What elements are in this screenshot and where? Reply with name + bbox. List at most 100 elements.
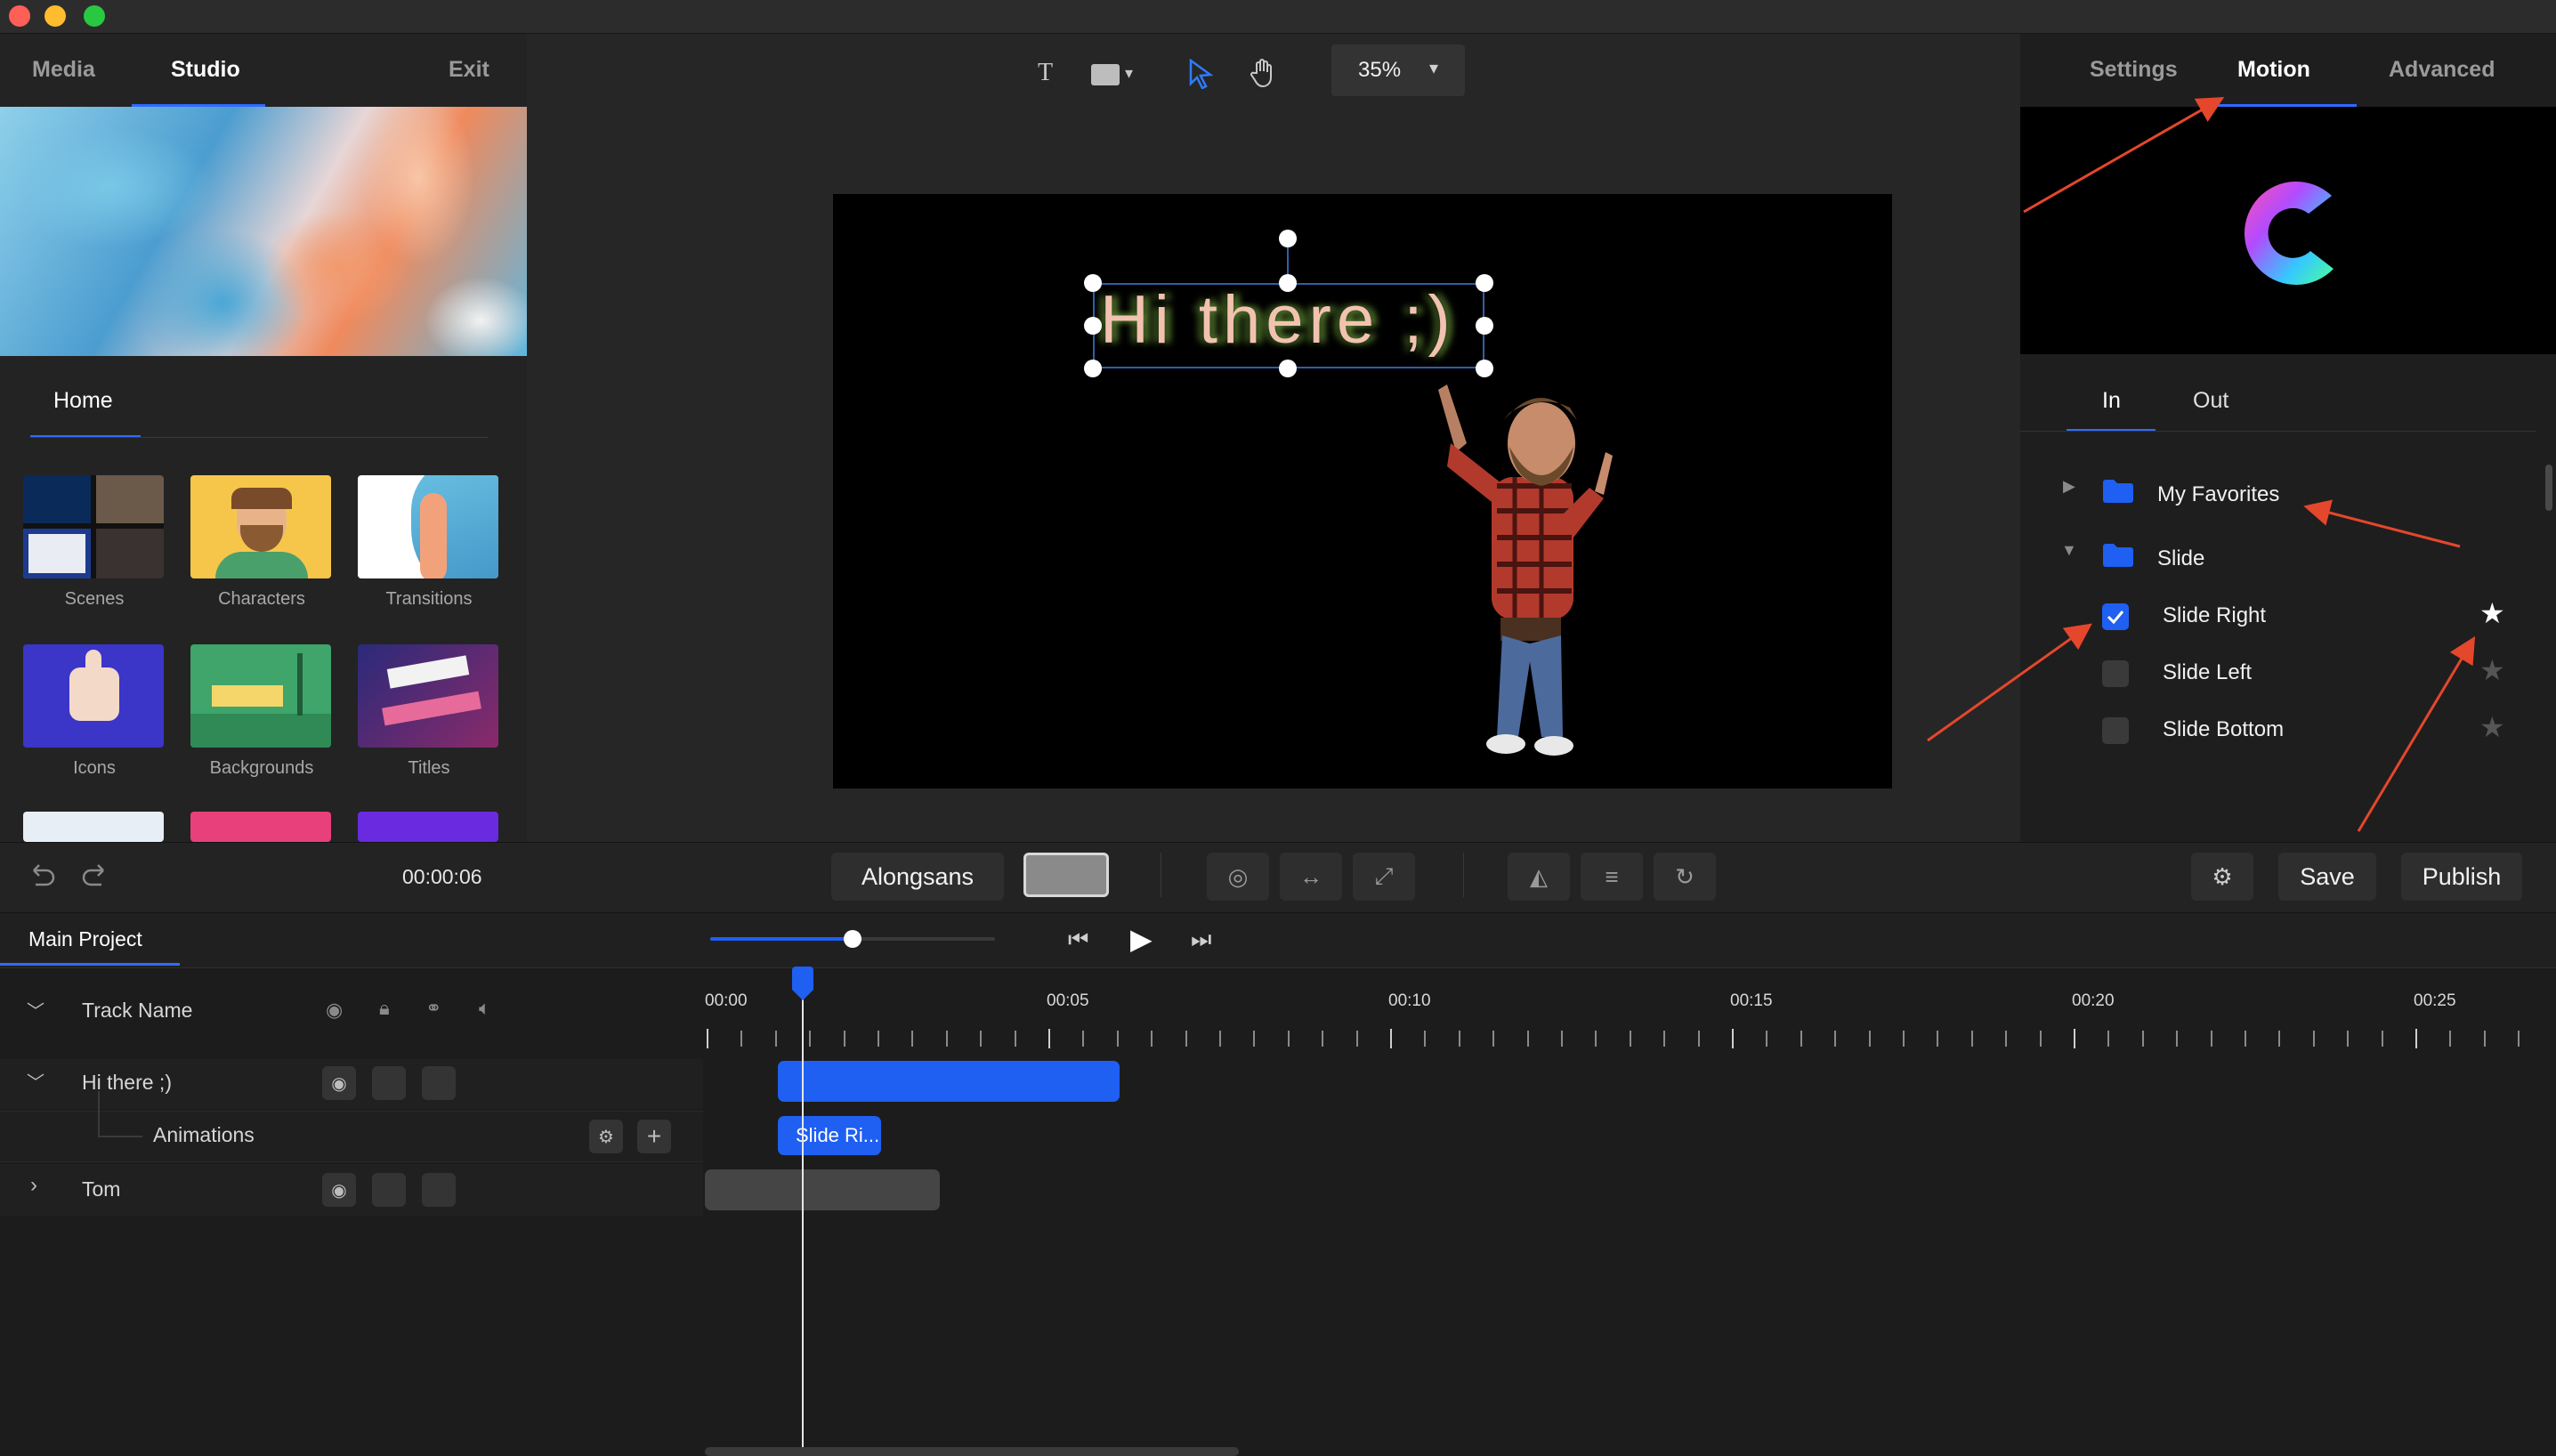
favorite-star-icon[interactable]: ★: [2479, 653, 2505, 687]
ruler-tick: [843, 1031, 845, 1047]
tab-in[interactable]: In: [2102, 388, 2121, 414]
save-button[interactable]: Save: [2278, 853, 2376, 901]
resize-handle[interactable]: [1476, 317, 1493, 335]
redo-icon[interactable]: [80, 861, 110, 888]
slide-right-checkbox[interactable]: [2102, 603, 2129, 630]
chevron-down-icon[interactable]: ▼: [2061, 541, 2077, 560]
color-swatch[interactable]: [1023, 853, 1109, 897]
library-thumbnail[interactable]: [23, 812, 164, 842]
slide-bottom-checkbox[interactable]: [2102, 717, 2129, 744]
solo-toggle[interactable]: [422, 1066, 456, 1100]
icons-thumbnail[interactable]: [23, 644, 164, 748]
zoom-window-button[interactable]: [84, 5, 105, 27]
minimize-window-button[interactable]: [44, 5, 66, 27]
binoculars-icon[interactable]: ⚭: [425, 997, 441, 1020]
flip-horizontal-button[interactable]: ↔: [1280, 853, 1342, 901]
chevron-right-icon[interactable]: ▶: [2063, 477, 2075, 496]
track-label[interactable]: Animations: [153, 1123, 255, 1147]
mirror-button[interactable]: ◭: [1508, 853, 1570, 901]
zoom-dropdown[interactable]: 35% ▾: [1331, 44, 1465, 96]
slide-left-label[interactable]: Slide Left: [2163, 660, 2252, 685]
tab-advanced[interactable]: Advanced: [2389, 57, 2495, 83]
tab-home[interactable]: Home: [53, 388, 113, 414]
library-thumbnail[interactable]: [358, 812, 498, 842]
tab-main-project[interactable]: Main Project: [28, 927, 142, 951]
media-preview-image[interactable]: [0, 107, 527, 356]
transitions-thumbnail[interactable]: [358, 475, 498, 578]
slide-left-checkbox[interactable]: [2102, 660, 2129, 687]
slide-bottom-label[interactable]: Slide Bottom: [2163, 717, 2284, 742]
chevron-down-icon[interactable]: ﹀: [27, 1068, 44, 1094]
timeline-scrollbar[interactable]: [705, 1447, 1239, 1456]
track-label[interactable]: Hi there ;): [82, 1071, 172, 1095]
volume-icon[interactable]: 🔈︎: [479, 997, 490, 1020]
folder-my-favorites[interactable]: My Favorites: [2157, 482, 2279, 507]
track-label[interactable]: Tom: [82, 1177, 120, 1201]
skip-forward-icon[interactable]: ⏭: [1191, 926, 1211, 954]
text-layer-clip[interactable]: [778, 1061, 1120, 1102]
resize-handle[interactable]: [1476, 274, 1493, 292]
lock-icon[interactable]: 🔒︎: [379, 997, 390, 1020]
lock-toggle[interactable]: [372, 1173, 406, 1207]
solo-toggle[interactable]: [422, 1173, 456, 1207]
text-tool-icon[interactable]: T: [1038, 59, 1053, 87]
chevron-down-icon[interactable]: ﹀: [27, 997, 44, 1023]
shape-tool-icon[interactable]: [1091, 64, 1120, 85]
library-thumbnail[interactable]: [190, 812, 331, 842]
ruler-tick: [1116, 1031, 1119, 1047]
close-window-button[interactable]: [9, 5, 30, 27]
ruler-tick: [1970, 1031, 1973, 1047]
add-animation-button[interactable]: +: [637, 1120, 671, 1153]
titles-thumbnail[interactable]: [358, 644, 498, 748]
skip-back-icon[interactable]: ⏮: [1068, 926, 1088, 954]
publish-button[interactable]: Publish: [2401, 853, 2522, 901]
resize-handle[interactable]: [1084, 274, 1102, 292]
favorite-star-icon[interactable]: ★: [2479, 596, 2505, 630]
ruler-tick: [1390, 1029, 1392, 1048]
ruler-tick: [1253, 1031, 1256, 1047]
resize-handle[interactable]: [1279, 274, 1297, 292]
chevron-right-icon[interactable]: ›: [30, 1173, 37, 1198]
visibility-toggle[interactable]: ◉: [322, 1173, 356, 1207]
lock-toggle[interactable]: [372, 1066, 406, 1100]
resize-handle[interactable]: [1084, 360, 1102, 377]
folder-slide[interactable]: Slide: [2157, 546, 2204, 571]
select-tool-icon[interactable]: [1187, 59, 1214, 89]
backgrounds-thumbnail[interactable]: [190, 644, 331, 748]
animation-clip[interactable]: Slide Ri...: [778, 1116, 881, 1155]
undo-icon[interactable]: [27, 861, 57, 888]
play-icon[interactable]: ▶: [1130, 922, 1153, 956]
eye-icon[interactable]: ◉: [326, 999, 343, 1022]
tab-motion[interactable]: Motion: [2237, 57, 2310, 83]
rotate-button[interactable]: ↻: [1654, 853, 1716, 901]
favorite-star-icon[interactable]: ★: [2479, 710, 2505, 744]
characters-thumbnail[interactable]: [190, 475, 331, 578]
scenes-thumbnail[interactable]: [23, 475, 164, 578]
font-dropdown[interactable]: Alongsans: [831, 853, 1004, 901]
chevron-down-icon[interactable]: ▾: [1125, 64, 1133, 83]
hand-tool-icon[interactable]: [1250, 57, 1278, 89]
animation-settings-button[interactable]: ⚙: [589, 1120, 623, 1153]
resize-handle[interactable]: [1084, 317, 1102, 335]
rotate-handle[interactable]: [1279, 230, 1297, 247]
resize-handle[interactable]: [1476, 360, 1493, 377]
text-layer[interactable]: Hi there ;): [1100, 281, 1456, 359]
scrubber-handle[interactable]: [844, 930, 861, 948]
scrollbar[interactable]: [2545, 465, 2552, 511]
resize-handle[interactable]: [1279, 360, 1297, 377]
align-center-button[interactable]: ◎: [1207, 853, 1269, 901]
visibility-toggle[interactable]: ◉: [322, 1066, 356, 1100]
tab-out[interactable]: Out: [2193, 388, 2228, 414]
character-clip[interactable]: [705, 1169, 940, 1210]
slide-right-label[interactable]: Slide Right: [2163, 603, 2266, 628]
character-tom[interactable]: [1385, 381, 1616, 772]
video-stage[interactable]: Hi there ;): [833, 194, 1892, 789]
tab-studio[interactable]: Studio: [171, 57, 240, 83]
settings-button[interactable]: ⚙: [2191, 853, 2253, 901]
playhead-handle[interactable]: [789, 967, 816, 1002]
exit-button[interactable]: Exit: [449, 57, 489, 83]
tab-settings[interactable]: Settings: [2090, 57, 2178, 83]
tab-media[interactable]: Media: [32, 57, 95, 83]
align-button[interactable]: ≡: [1581, 853, 1643, 901]
resize-button[interactable]: ⤢: [1353, 853, 1415, 901]
